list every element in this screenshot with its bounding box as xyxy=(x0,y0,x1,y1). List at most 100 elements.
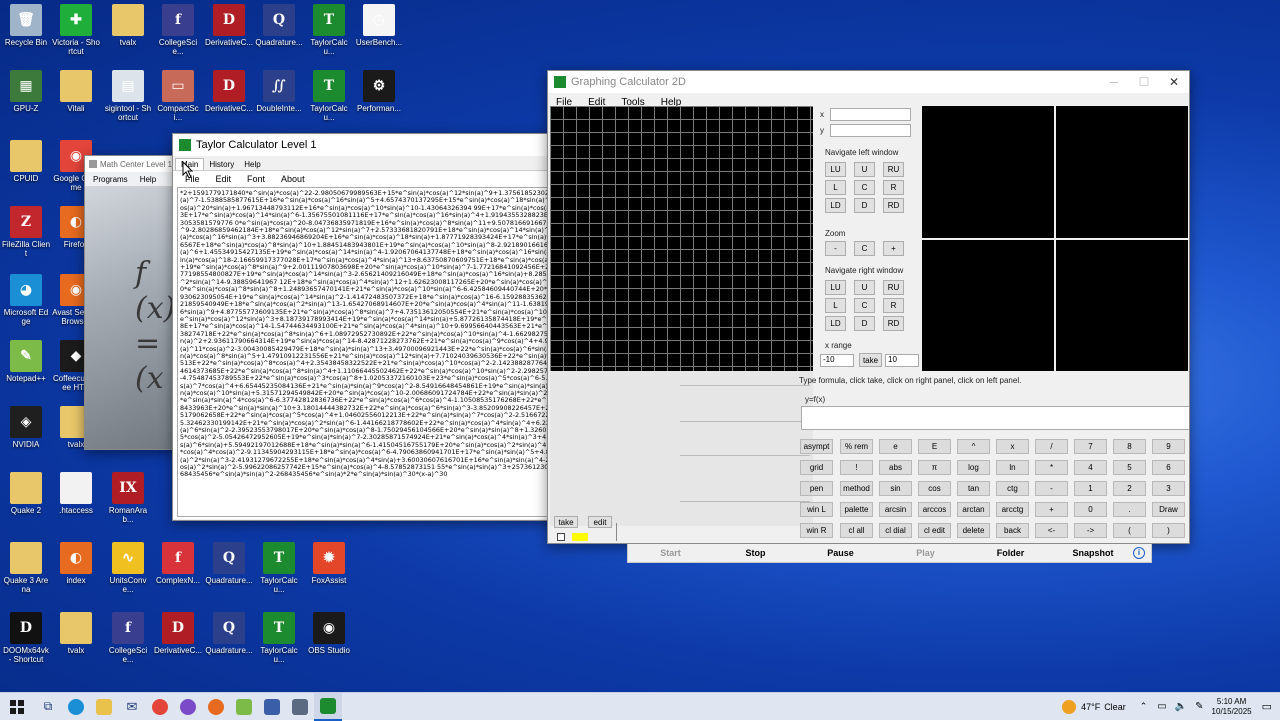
taskbar-mail-icon[interactable]: ✉ xyxy=(118,693,146,721)
taskbar-app-icon[interactable] xyxy=(258,693,286,721)
nav-left-rd-button[interactable]: RD xyxy=(883,198,904,213)
key-button[interactable]: π xyxy=(918,460,951,475)
desktop-icon[interactable]: f CollegeScie... xyxy=(104,612,152,664)
volume-icon[interactable]: 🔈 xyxy=(1175,701,1187,712)
nav-left-lu-button[interactable]: LU xyxy=(825,162,846,177)
desktop-icon[interactable]: ◐ index xyxy=(52,542,100,585)
formula-input-left[interactable] xyxy=(616,523,796,541)
key-button[interactable]: ( xyxy=(1113,523,1146,538)
taskbar-edge-icon[interactable] xyxy=(62,693,90,721)
desktop-icon[interactable]: tvalx xyxy=(104,4,152,47)
key-button[interactable]: 5 xyxy=(1113,460,1146,475)
key-button[interactable]: win R xyxy=(800,523,833,538)
x-coordinate-field[interactable] xyxy=(830,108,911,121)
zoom-out-button[interactable]: - xyxy=(825,241,846,256)
key-button[interactable]: E xyxy=(918,439,951,454)
nav-left-ld-button[interactable]: LD xyxy=(825,198,846,213)
key-button[interactable]: win L xyxy=(800,502,833,517)
desktop-icon[interactable]: Quake 3 Arena xyxy=(2,542,50,594)
tray-chevron-icon[interactable]: ⌃ xyxy=(1140,701,1148,712)
key-button[interactable]: 9 xyxy=(1152,439,1185,454)
key-button[interactable]: arctan xyxy=(957,502,990,517)
key-button[interactable]: ctg xyxy=(996,481,1029,496)
zoom-in-button[interactable]: + xyxy=(883,241,904,256)
key-button[interactable]: palette xyxy=(840,502,873,517)
desktop-icon[interactable]: ⚙ Performan... xyxy=(355,70,403,113)
key-button[interactable]: ! xyxy=(840,460,873,475)
key-button[interactable]: sin xyxy=(879,481,912,496)
desktop-icon[interactable]: Q Quadrature... xyxy=(205,542,253,585)
math-center-menu-help[interactable]: Help xyxy=(136,175,160,184)
nav-right-ld-button[interactable]: LD xyxy=(825,316,846,331)
taskbar-avast-icon[interactable] xyxy=(174,693,202,721)
key-button[interactable]: back xyxy=(996,523,1029,538)
right-graph-quadrant-br[interactable] xyxy=(1056,240,1188,371)
key-button[interactable]: 4 xyxy=(1074,460,1107,475)
taskbar-taylor-icon[interactable] xyxy=(314,692,342,721)
pause-button[interactable]: Pause xyxy=(798,548,883,558)
left-edit-button[interactable]: edit xyxy=(588,516,612,528)
key-button[interactable]: ^ xyxy=(957,439,990,454)
desktop-icon[interactable]: IX RomanArab... xyxy=(104,472,152,524)
nav-left-ru-button[interactable]: RU xyxy=(883,162,904,177)
desktop-icon[interactable]: D DOOMx64vk - Shortcut xyxy=(2,612,50,664)
key-button[interactable]: ) xyxy=(1152,523,1185,538)
start-button[interactable]: Start xyxy=(628,548,713,558)
key-button[interactable]: 2 xyxy=(1113,481,1146,496)
pen-icon[interactable]: ✎ xyxy=(1195,701,1203,712)
key-button[interactable]: asympt xyxy=(800,439,833,454)
desktop-icon[interactable]: tvalx xyxy=(52,612,100,655)
nav-right-lu-button[interactable]: LU xyxy=(825,280,846,295)
desktop-icon[interactable]: ◉ OBS Studio xyxy=(305,612,353,655)
nav-right-rd-button[interactable]: RD xyxy=(883,316,904,331)
xrange-min-field[interactable]: -10 xyxy=(820,354,854,367)
right-graph-quadrant-tl[interactable] xyxy=(922,106,1054,238)
notification-icon[interactable]: ▭ xyxy=(1262,700,1272,713)
close-icon[interactable]: ✕ xyxy=(1159,71,1189,93)
desktop-icon[interactable]: Vitali xyxy=(52,70,100,113)
key-button[interactable]: delete xyxy=(957,523,990,538)
nav-right-c-button[interactable]: C xyxy=(854,298,875,313)
right-graph-quadrant-tr[interactable] xyxy=(1056,106,1188,238)
desktop-icon[interactable]: ✎ Notepad++ xyxy=(2,340,50,383)
desktop-icon[interactable]: Q Quadrature... xyxy=(255,4,303,47)
desktop-icon[interactable]: T TaylorCalcu... xyxy=(305,4,353,56)
tab-history[interactable]: History xyxy=(204,159,239,170)
nav-right-ru-button[interactable]: RU xyxy=(883,280,904,295)
nav-left-c-button[interactable]: C xyxy=(854,180,875,195)
nav-right-r-button[interactable]: R xyxy=(883,298,904,313)
key-button[interactable]: arccos xyxy=(918,502,951,517)
key-button[interactable]: 7 xyxy=(1074,439,1107,454)
snapshot-button[interactable]: Snapshot xyxy=(1053,548,1133,558)
desktop-icon[interactable]: CPUID xyxy=(2,140,50,183)
network-icon[interactable]: ▭ xyxy=(1157,701,1166,712)
key-button[interactable]: log xyxy=(957,460,990,475)
play-button[interactable]: Play xyxy=(883,548,968,558)
key-button[interactable]: 8 xyxy=(1113,439,1146,454)
key-button[interactable]: -> xyxy=(1074,523,1107,538)
key-button[interactable]: <- xyxy=(1035,523,1068,538)
desktop-icon[interactable]: ∿ UnitsConve... xyxy=(104,542,152,594)
key-button[interactable]: 3 xyxy=(1152,481,1185,496)
tab-help[interactable]: Help xyxy=(239,159,265,170)
maximize-icon[interactable]: ☐ xyxy=(1129,71,1159,93)
desktop-icon[interactable]: Q Quadrature... xyxy=(205,612,253,655)
key-button[interactable]: e xyxy=(879,439,912,454)
desktop-icon[interactable]: Quake 2 xyxy=(2,472,50,515)
right-graph-quadrant-bl[interactable] xyxy=(922,240,1054,371)
xrange-max-field[interactable]: 10 xyxy=(885,354,919,367)
desktop-icon[interactable]: ▤ sigintool - Shortcut xyxy=(104,70,152,122)
key-button[interactable]: arcsin xyxy=(879,502,912,517)
key-button[interactable]: abs xyxy=(879,460,912,475)
nav-right-u-button[interactable]: U xyxy=(854,280,875,295)
desktop-icon[interactable]: T TaylorCalcu... xyxy=(255,542,303,594)
key-button[interactable]: - xyxy=(1035,481,1068,496)
nav-left-l-button[interactable]: L xyxy=(825,180,846,195)
taskbar-firefox-icon[interactable] xyxy=(202,693,230,721)
formula-input[interactable] xyxy=(801,406,1189,430)
desktop-icon[interactable]: 🗑 Recycle Bin xyxy=(2,4,50,47)
weather-icon[interactable] xyxy=(1062,699,1077,714)
weather-temp[interactable]: 47°F xyxy=(1081,702,1100,712)
left-take-button[interactable]: take xyxy=(554,516,578,528)
key-button[interactable]: + xyxy=(1035,502,1068,517)
